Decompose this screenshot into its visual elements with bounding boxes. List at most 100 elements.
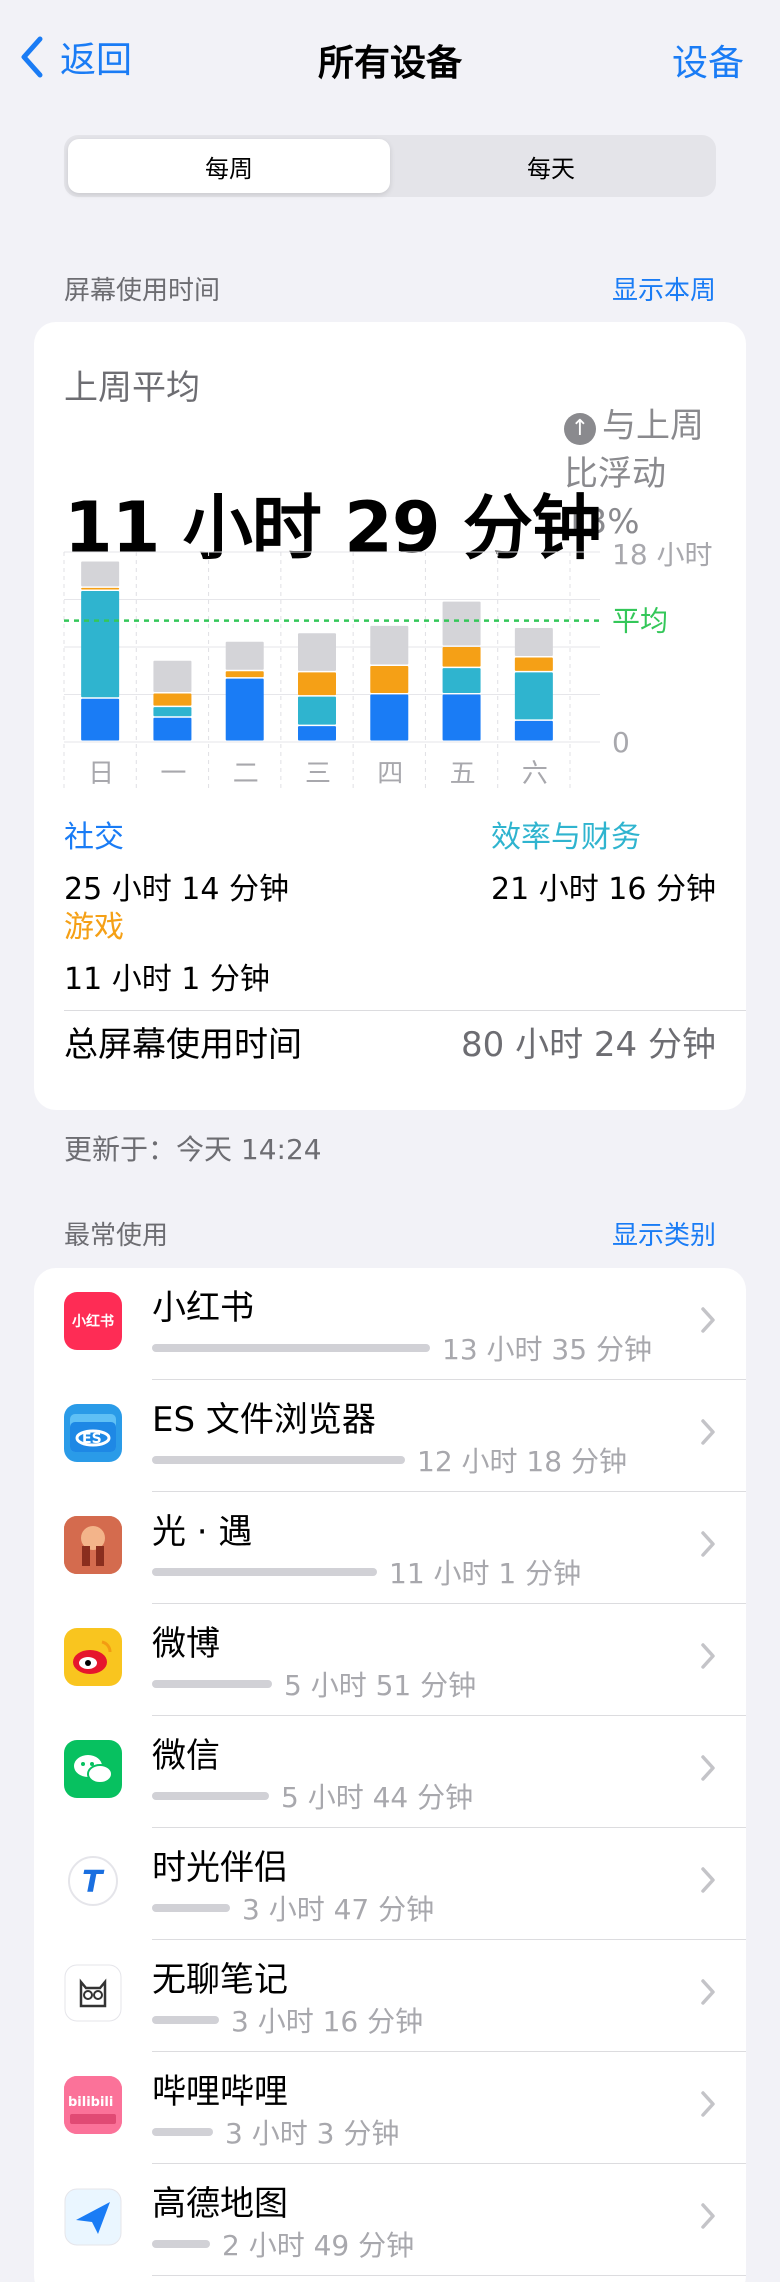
chevron-right-icon bbox=[701, 1867, 715, 1893]
app-row[interactable]: ES ES 文件浏览器 12 小时 18 分钟 bbox=[34, 1380, 746, 1492]
show-this-week-link[interactable]: 显示本周 bbox=[612, 270, 716, 307]
app-name: 小红书 bbox=[152, 1288, 254, 1328]
bar-segment bbox=[370, 666, 409, 693]
bar-segment bbox=[153, 717, 192, 741]
weekly-usage-chart: 日 一 二 三 四 五 六 平均 18 小时 0 bbox=[63, 542, 713, 792]
x-tick-label: 四 bbox=[377, 759, 403, 789]
x-tick-label: 二 bbox=[233, 759, 259, 789]
owl-notes-icon bbox=[64, 1964, 122, 2022]
category-value: 11 小时 1 分钟 bbox=[64, 962, 270, 997]
app-usage-bar bbox=[152, 2128, 213, 2136]
chevron-right-icon bbox=[701, 2091, 715, 2117]
sky-game-icon bbox=[64, 1516, 122, 1574]
bar-segment bbox=[298, 696, 336, 725]
row-separator bbox=[152, 2275, 746, 2276]
app-usage-time: 12 小时 18 分钟 bbox=[417, 1445, 627, 1478]
chevron-right-icon bbox=[701, 1419, 715, 1445]
screen-time-title: 屏幕使用时间 bbox=[64, 276, 221, 306]
app-row[interactable]: 小红书 小红书 13 小时 35 分钟 bbox=[34, 1268, 746, 1380]
bar-segment bbox=[514, 720, 553, 741]
period-segmented-control: 每周 每天 bbox=[64, 135, 716, 197]
bar-segment bbox=[81, 561, 120, 587]
shiguang-icon: T bbox=[64, 1852, 122, 1910]
x-tick-label: 三 bbox=[305, 759, 331, 789]
category-name: 效率与财务 bbox=[491, 820, 642, 855]
bilibili-icon: bilibili bbox=[64, 2076, 122, 2134]
weibo-icon bbox=[64, 1628, 122, 1686]
app-name: 光 · 遇 bbox=[152, 1512, 253, 1552]
svg-text:ES: ES bbox=[82, 1431, 102, 1447]
bar-segment bbox=[153, 707, 192, 717]
bar-segment bbox=[514, 657, 553, 671]
chevron-right-icon bbox=[701, 1755, 715, 1781]
category-name: 社交 bbox=[64, 820, 124, 855]
total-label: 总屏幕使用时间 bbox=[64, 1025, 302, 1065]
bar-segment bbox=[370, 694, 409, 741]
app-row[interactable]: 微博 5 小时 51 分钟 bbox=[34, 1604, 746, 1716]
app-usage-time: 13 小时 35 分钟 bbox=[442, 1333, 652, 1366]
chevron-right-icon bbox=[701, 1979, 715, 2005]
app-usage-bar bbox=[152, 2016, 219, 2024]
app-usage-time: 5 小时 51 分钟 bbox=[284, 1669, 477, 1702]
app-usage-bar bbox=[152, 1792, 269, 1800]
page-title: 所有设备 bbox=[317, 43, 462, 84]
devices-button[interactable]: 设备 bbox=[672, 34, 744, 86]
bar-segment bbox=[153, 693, 192, 706]
app-usage-bar bbox=[152, 2240, 210, 2248]
bar-segment bbox=[442, 694, 481, 741]
wechat-icon bbox=[64, 1740, 122, 1798]
screen-time-header: 屏幕使用时间 显示本周 bbox=[64, 270, 716, 307]
app-name: 高德地图 bbox=[152, 2184, 288, 2224]
bar-segment bbox=[514, 628, 553, 657]
segment-weekly[interactable]: 每周 bbox=[68, 139, 390, 193]
bar-segment bbox=[225, 671, 264, 678]
x-tick-label: 六 bbox=[522, 759, 548, 789]
svg-text:bilibili: bilibili bbox=[68, 2095, 113, 2110]
x-tick-label: 五 bbox=[450, 759, 476, 789]
bar-segment bbox=[153, 660, 192, 692]
total-value: 80 小时 24 分钟 bbox=[461, 1025, 716, 1065]
x-tick-label: 一 bbox=[160, 759, 186, 789]
app-name: 微博 bbox=[152, 1624, 220, 1664]
app-usage-bar bbox=[152, 1568, 377, 1576]
chevron-right-icon bbox=[701, 1307, 715, 1333]
app-row[interactable]: 光 · 遇 11 小时 1 分钟 bbox=[34, 1492, 746, 1604]
average-label: 上周平均 bbox=[64, 368, 200, 408]
category-social: 社交 25 小时 14 分钟 bbox=[64, 812, 289, 908]
bar-segment bbox=[81, 698, 120, 741]
average-line-label: 平均 bbox=[612, 605, 668, 638]
app-row[interactable]: 微信 5 小时 44 分钟 bbox=[34, 1716, 746, 1828]
updated-timestamp: 更新于：今天 14:24 bbox=[64, 1133, 322, 1166]
category-games: 游戏 11 小时 1 分钟 bbox=[64, 902, 270, 998]
segment-daily[interactable]: 每天 bbox=[390, 139, 712, 193]
app-row[interactable]: T 时光伴侣 3 小时 47 分钟 bbox=[34, 1828, 746, 1940]
app-usage-time: 11 小时 1 分钟 bbox=[389, 1557, 582, 1590]
y-max-label: 18 小时 bbox=[612, 542, 713, 571]
show-categories-link[interactable]: 显示类别 bbox=[612, 1215, 716, 1252]
app-row[interactable]: 高德地图 2 小时 49 分钟 bbox=[34, 2164, 746, 2276]
most-used-list: 小红书 小红书 13 小时 35 分钟 ES ES 文件浏览器 12 小时 18 分钟光 … bbox=[34, 1268, 746, 2282]
bar-segment bbox=[225, 678, 264, 741]
nav-bar: 返回 所有设备 设备 bbox=[0, 0, 780, 115]
app-row[interactable]: 无聊笔记 3 小时 16 分钟 bbox=[34, 1940, 746, 2052]
weekly-summary-card[interactable]: 上周平均 ↑ 与上周比浮动 13% 11 小时 29 分钟 日一二三四五六平均 18… bbox=[34, 322, 746, 1110]
app-name: 时光伴侣 bbox=[152, 1848, 288, 1888]
app-name: 微信 bbox=[152, 1736, 220, 1776]
app-usage-time: 5 小时 44 分钟 bbox=[281, 1781, 474, 1814]
app-usage-bar bbox=[152, 1344, 430, 1352]
x-tick-label: 日 bbox=[88, 759, 114, 789]
app-usage-bar bbox=[152, 1904, 230, 1912]
bar-segment bbox=[298, 633, 336, 671]
category-productivity: 效率与财务 21 小时 16 分钟 bbox=[491, 812, 716, 908]
bar-segment bbox=[81, 587, 120, 590]
most-used-title: 最常使用 bbox=[64, 1221, 169, 1251]
bar-segment bbox=[81, 591, 120, 698]
app-name: 无聊笔记 bbox=[152, 1960, 288, 2000]
chevron-right-icon bbox=[701, 1531, 715, 1557]
bar-segment bbox=[442, 668, 481, 693]
svg-text:T: T bbox=[82, 1865, 105, 1900]
amap-icon bbox=[64, 2188, 122, 2246]
bar-segment bbox=[514, 672, 553, 720]
app-row[interactable]: bilibili 哔哩哔哩 3 小时 3 分钟 bbox=[34, 2052, 746, 2164]
bar-segment bbox=[298, 672, 336, 696]
